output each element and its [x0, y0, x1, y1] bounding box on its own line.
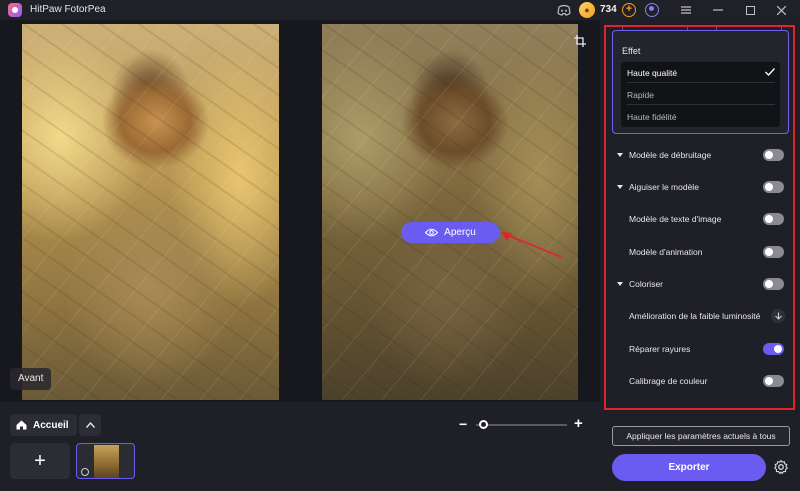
- add-credits-icon[interactable]: +: [622, 3, 636, 17]
- after-photo: [322, 24, 578, 400]
- gear-icon[interactable]: [773, 459, 789, 475]
- info-icon[interactable]: [81, 468, 89, 476]
- image-thumbnail[interactable]: [76, 443, 135, 479]
- app-title: HitPaw FotorPea: [30, 4, 106, 15]
- maximize-icon[interactable]: [743, 2, 757, 18]
- collapse-button[interactable]: [79, 414, 101, 436]
- preview-button[interactable]: Aperçu: [401, 222, 500, 243]
- close-icon[interactable]: [774, 2, 788, 18]
- home-button[interactable]: Accueil: [10, 414, 77, 436]
- eye-icon: [425, 228, 439, 237]
- home-icon: [16, 420, 27, 430]
- app-logo-icon: [8, 3, 22, 17]
- chevron-up-icon: [85, 422, 95, 428]
- add-image-button[interactable]: +: [10, 443, 70, 479]
- before-photo: [22, 24, 279, 400]
- before-label: Avant: [10, 368, 52, 390]
- export-button[interactable]: Exporter: [612, 454, 766, 481]
- menu-icon[interactable]: [679, 2, 693, 18]
- apply-to-all-button[interactable]: Appliquer les paramètres actuels à tous: [612, 426, 790, 446]
- zoom-slider-handle[interactable]: [479, 420, 488, 429]
- zoom-out-button[interactable]: −: [459, 416, 467, 432]
- home-label: Accueil: [33, 419, 69, 431]
- zoom-slider[interactable]: [476, 424, 567, 426]
- title-bar: HitPaw FotorPea ● 734 +: [0, 0, 800, 20]
- preview-button-label: Aperçu: [444, 227, 476, 238]
- crop-icon[interactable]: [574, 35, 586, 47]
- credits-count: 734: [600, 4, 617, 15]
- minimize-icon[interactable]: [711, 2, 725, 18]
- discord-icon[interactable]: [556, 2, 572, 18]
- preview-canvas: Avant Aperçu: [0, 20, 600, 402]
- credits-coin-icon[interactable]: ●: [579, 2, 595, 18]
- bottom-bar: Accueil + − +: [0, 402, 600, 491]
- highlight-frame: [604, 25, 795, 410]
- annotation-arrow-icon: [501, 232, 562, 258]
- account-icon[interactable]: [645, 3, 659, 17]
- zoom-in-button[interactable]: +: [574, 415, 583, 432]
